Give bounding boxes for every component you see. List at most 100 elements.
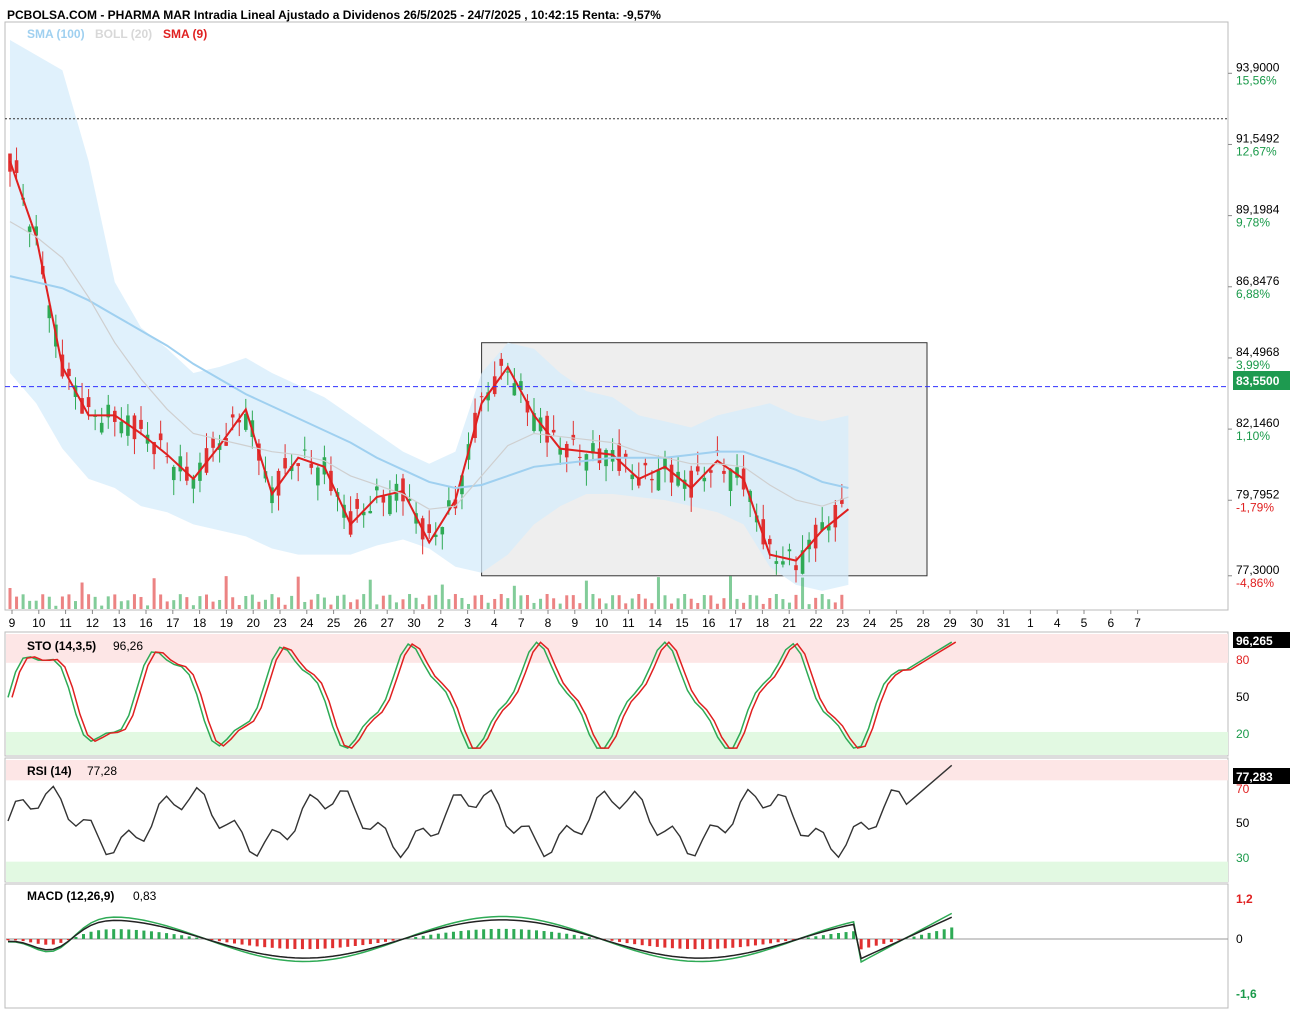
candle-body-126 (833, 504, 838, 528)
macd-hist-bar-117 (889, 939, 893, 943)
date-tick-20: 8 (545, 616, 552, 630)
macd-hist-bar-72 (550, 931, 554, 939)
volume-bar-59 (394, 602, 398, 609)
volume-bar-0 (8, 588, 12, 609)
macd-hist-bar-19 (149, 931, 153, 939)
volume-bar-25 (172, 600, 176, 609)
volume-bar-110 (729, 576, 732, 609)
volume-bar-42 (283, 604, 287, 609)
bollinger-bands (10, 40, 849, 591)
candle-body-17 (119, 421, 124, 434)
macd-hist-bar-101 (769, 939, 773, 944)
candle-body-53 (355, 498, 359, 509)
volume-bar-27 (185, 597, 189, 609)
volume-bar-23 (159, 594, 163, 609)
volume-bar-32 (218, 599, 222, 609)
macd-hist-bar-114 (867, 939, 871, 948)
macd-hist-bar-30 (233, 939, 236, 944)
candle-body-116 (768, 538, 772, 545)
volume-bar-39 (263, 599, 267, 609)
macd-hist-bar-15 (119, 929, 123, 939)
date-tick-6: 17 (166, 616, 180, 630)
macd-hist-bar-16 (127, 929, 131, 939)
date-tick-17: 3 (464, 616, 471, 630)
volume-bar-101 (670, 603, 674, 609)
macd-hist-bar-122 (927, 932, 931, 939)
macd-hist-bar-87 (663, 939, 667, 948)
sto-value: 96,26 (113, 639, 143, 653)
candle-body-87 (578, 456, 582, 458)
volume-bar-21 (146, 605, 150, 609)
volume-bar-6 (47, 596, 51, 609)
macd-hist-bar-63 (482, 929, 486, 939)
macd-hist-bar-50 (384, 939, 387, 942)
macd-hist-bar-59 (451, 931, 455, 939)
volume-bar-63 (421, 604, 425, 609)
volume-bar-75 (499, 594, 503, 609)
candle-body-56 (375, 486, 379, 491)
volume-bar-109 (722, 598, 726, 609)
macd-hist-bar-23 (180, 935, 184, 939)
macd-hist-bar-37 (285, 939, 289, 949)
volume-bar-38 (257, 601, 261, 609)
candle-body-47 (316, 467, 320, 486)
date-tick-4: 13 (113, 616, 127, 630)
volume-bar-54 (362, 594, 366, 609)
volume-bar-41 (277, 597, 281, 609)
macd-level-low: -1,6 (1236, 987, 1257, 1001)
date-tick-29: 21 (783, 616, 797, 630)
volume-bar-102 (676, 598, 680, 609)
volume-bar-91 (604, 603, 608, 609)
volume-bar-33 (224, 576, 228, 609)
candle-body-55 (368, 510, 373, 514)
macd-hist-bar-36 (278, 939, 282, 949)
macd-hist-bar-35 (270, 939, 274, 948)
volume-bar-53 (355, 599, 359, 609)
volume-bar-51 (342, 594, 346, 609)
chart-root: 93,9000 15,56% 91,5492 12,67% 89,1984 9,78% 86… (0, 0, 1299, 1013)
macd-hist-bar-6 (51, 939, 55, 945)
volume-bar-10 (74, 601, 77, 609)
date-tick-28: 18 (756, 616, 770, 630)
rsi-level-50: 50 (1236, 816, 1250, 830)
volume-bar-107 (709, 595, 713, 609)
pct-label-2: 9,78% (1236, 216, 1270, 230)
macd-hist-bar-58 (444, 932, 448, 939)
volume-bar-115 (761, 603, 765, 609)
macd-hist-bar-77 (587, 937, 591, 939)
candle-body-98 (650, 478, 654, 481)
candle-body-83 (551, 429, 556, 433)
volume-bar-68 (453, 594, 457, 609)
volume-bar-29 (198, 596, 202, 609)
date-axis: 9 10 11 12 13 16 17 18 19 20 23 24 25 26 27 30 2 3 4 7 8 9 10 1… (9, 610, 1141, 630)
macd-hist-bar-76 (580, 935, 584, 939)
volume-bar-36 (244, 596, 248, 609)
volume-bar-28 (191, 605, 195, 609)
volume-bar-16 (113, 594, 117, 609)
volume-bar-67 (447, 599, 451, 609)
macd-hist-bar-91 (693, 939, 697, 950)
date-tick-5: 16 (139, 616, 153, 630)
volume-bar-70 (467, 603, 470, 609)
candle-body-20 (139, 419, 143, 429)
sto-panel (6, 634, 1228, 755)
macd-hist-bar-83 (633, 939, 637, 945)
volume-bar-100 (663, 595, 667, 609)
macd-hist-bar-1 (14, 939, 18, 941)
candle-body-57 (381, 496, 386, 503)
candle-body-23 (158, 433, 163, 441)
last-price-label: 83,5500 (1236, 374, 1280, 388)
macd-hist-bar-103 (784, 939, 788, 942)
macd-hist-bar-70 (535, 930, 538, 939)
macd-signal-line (7, 916, 953, 960)
candle-body-110 (728, 468, 733, 491)
date-tick-30: 22 (809, 616, 823, 630)
date-tick-32: 24 (863, 616, 877, 630)
candle-body-119 (787, 549, 792, 552)
macd-hist-bar-75 (572, 934, 576, 939)
date-tick-34: 28 (917, 616, 931, 630)
macd-hist-bar-69 (527, 929, 531, 939)
macd-label: MACD (12,26,9) (27, 889, 114, 903)
macd-value: 0,83 (133, 889, 157, 903)
macd-hist-bar-41 (316, 939, 320, 949)
